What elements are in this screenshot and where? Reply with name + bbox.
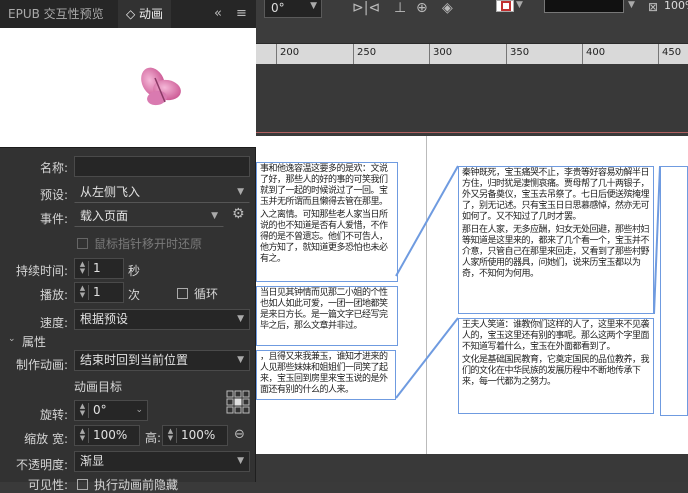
document-spread[interactable]: 事和他逸容温这要多的是欢：文说了好，那些人的好的事的可笑我们就到了一起的时候说过… bbox=[256, 136, 688, 454]
scale-icon: ⊠ bbox=[648, 0, 659, 14]
rotate-value: 0° bbox=[93, 403, 107, 417]
play-label: 播放: bbox=[39, 288, 68, 302]
chevron-down-icon: ▼ bbox=[211, 211, 218, 221]
panel-tab-bar: EPUB 交互性预览 ◇ 动画 « ≡ bbox=[0, 0, 256, 28]
scale-width-stepper[interactable]: ▲ ▼ 100% bbox=[74, 425, 140, 446]
tab-animation[interactable]: ◇ 动画 bbox=[118, 0, 172, 28]
select-container-icon[interactable]: ⊕ bbox=[416, 0, 428, 16]
chevron-down-icon[interactable]: ⌄ bbox=[135, 401, 143, 420]
flip-vertical-icon[interactable]: ⊥ bbox=[394, 0, 406, 16]
play-value: 1 bbox=[93, 285, 101, 299]
scale-width-value: 100% bbox=[93, 428, 128, 442]
mouse-revert-checkbox[interactable] bbox=[77, 238, 88, 249]
scale-width-label: 缩放 宽: bbox=[24, 432, 68, 446]
stepper-arrows-icon[interactable]: ▲ ▼ bbox=[77, 403, 89, 418]
animate-select[interactable]: 结束时回到当前位置 ▼ bbox=[74, 350, 250, 371]
collapse-icon[interactable]: « bbox=[214, 6, 222, 21]
stepper-arrows-icon[interactable]: ▲ ▼ bbox=[77, 428, 89, 443]
animate-label: 制作动画: bbox=[15, 358, 68, 372]
event-value: 载入页面 bbox=[80, 209, 129, 223]
visibility-label: 可见性: bbox=[27, 478, 68, 492]
ruler-label: 200 bbox=[280, 47, 300, 58]
duration-label: 持续时间: bbox=[15, 264, 68, 278]
speed-label: 速度: bbox=[39, 316, 68, 330]
ruler-label: 350 bbox=[510, 47, 530, 58]
pasteboard-bottom bbox=[256, 454, 688, 482]
stepper-arrows-icon[interactable]: ▲ ▼ bbox=[77, 285, 89, 300]
angle-field[interactable]: 0° ▼ bbox=[264, 0, 322, 18]
control-toolbar: 0° ▼ ⊳|⊲ ⊥ ⊕ ◈ ▼ ▼ ⊠ 100% bbox=[256, 0, 688, 44]
bleed-guide bbox=[256, 132, 688, 133]
fill-swatch-icon[interactable] bbox=[496, 0, 514, 12]
butterfly-icon bbox=[141, 67, 181, 106]
tab-epub-preview[interactable]: EPUB 交互性预览 bbox=[0, 0, 112, 28]
stroke-weight-field[interactable] bbox=[544, 0, 624, 13]
chevron-down-icon[interactable]: ⌄ bbox=[8, 334, 16, 344]
event-select[interactable]: 载入页面 ▼ bbox=[74, 206, 224, 227]
horizontal-ruler[interactable]: 200 250 300 350 400 450 bbox=[256, 44, 688, 64]
hide-before-label: 执行动画前隐藏 bbox=[94, 478, 179, 492]
animation-panel: EPUB 交互性预览 ◇ 动画 « ≡ 名称: 预设: 从左侧飞入 ▼ 事件: … bbox=[0, 0, 256, 492]
ruler-label: 450 bbox=[662, 47, 682, 58]
panel-menu-icon[interactable]: ≡ bbox=[236, 6, 247, 21]
rotate-label: 旋转: bbox=[39, 408, 68, 422]
animate-value: 结束时回到当前位置 bbox=[80, 353, 189, 367]
select-content-icon[interactable]: ◈ bbox=[442, 0, 453, 16]
angle-value: 0° bbox=[271, 1, 285, 15]
loop-checkbox[interactable] bbox=[177, 288, 188, 299]
scale-height-stepper[interactable]: ▲ ▼ 100% bbox=[162, 425, 228, 446]
duration-value: 1 bbox=[93, 261, 101, 275]
ruler-label: 250 bbox=[357, 47, 377, 58]
chevron-down-icon[interactable]: ▼ bbox=[516, 0, 523, 10]
scale-height-value: 100% bbox=[181, 428, 216, 442]
chevron-down-icon: ▼ bbox=[237, 314, 244, 324]
rotate-stepper[interactable]: ▲ ▼ 0° ⌄ bbox=[74, 400, 148, 421]
thread-lines bbox=[395, 165, 661, 399]
duration-stepper[interactable]: ▲ ▼ 1 bbox=[74, 258, 124, 279]
name-field[interactable] bbox=[74, 156, 250, 177]
play-unit: 次 bbox=[128, 288, 141, 302]
chevron-down-icon[interactable]: ▼ bbox=[310, 1, 317, 11]
loop-label: 循环 bbox=[194, 287, 219, 301]
preset-value: 从左侧飞入 bbox=[80, 185, 141, 199]
name-label: 名称: bbox=[39, 161, 68, 175]
stepper-arrows-icon[interactable]: ▲ ▼ bbox=[77, 261, 89, 276]
reference-point-icon[interactable] bbox=[226, 390, 250, 414]
stepper-arrows-icon[interactable]: ▲ ▼ bbox=[165, 428, 177, 443]
chevron-down-icon: ▼ bbox=[237, 187, 244, 197]
mouse-revert-label: 鼠标指针移开时还原 bbox=[94, 237, 203, 251]
duration-unit: 秒 bbox=[128, 264, 141, 278]
animation-target-heading: 动画目标 bbox=[74, 380, 123, 394]
zoom-value[interactable]: 100% bbox=[664, 0, 688, 12]
scale-height-label: 高: bbox=[145, 431, 162, 445]
chevron-down-icon[interactable]: ▼ bbox=[628, 0, 635, 10]
link-icon[interactable]: ⊖ bbox=[234, 427, 245, 442]
ruler-label: 400 bbox=[586, 47, 606, 58]
chevron-down-icon: ▼ bbox=[237, 355, 244, 365]
ruler-label: 300 bbox=[433, 47, 453, 58]
properties-heading[interactable]: 属性 bbox=[22, 333, 46, 350]
create-trigger-icon[interactable]: ⚙ bbox=[232, 206, 245, 222]
hide-before-checkbox[interactable] bbox=[77, 479, 88, 490]
flip-horizontal-icon[interactable]: ⊳|⊲ bbox=[352, 0, 380, 16]
speed-select[interactable]: 根据预设 ▼ bbox=[74, 309, 250, 330]
play-stepper[interactable]: ▲ ▼ 1 bbox=[74, 282, 124, 303]
event-label: 事件: bbox=[39, 212, 68, 226]
chevron-down-icon: ▼ bbox=[237, 456, 244, 466]
opacity-label: 不透明度: bbox=[15, 458, 68, 472]
opacity-value: 渐显 bbox=[80, 454, 105, 468]
animation-preview[interactable] bbox=[0, 28, 256, 148]
speed-value: 根据预设 bbox=[80, 312, 129, 326]
preset-label: 预设: bbox=[39, 188, 68, 202]
opacity-select[interactable]: 渐显 ▼ bbox=[74, 451, 250, 472]
preset-select[interactable]: 从左侧飞入 ▼ bbox=[74, 182, 250, 203]
